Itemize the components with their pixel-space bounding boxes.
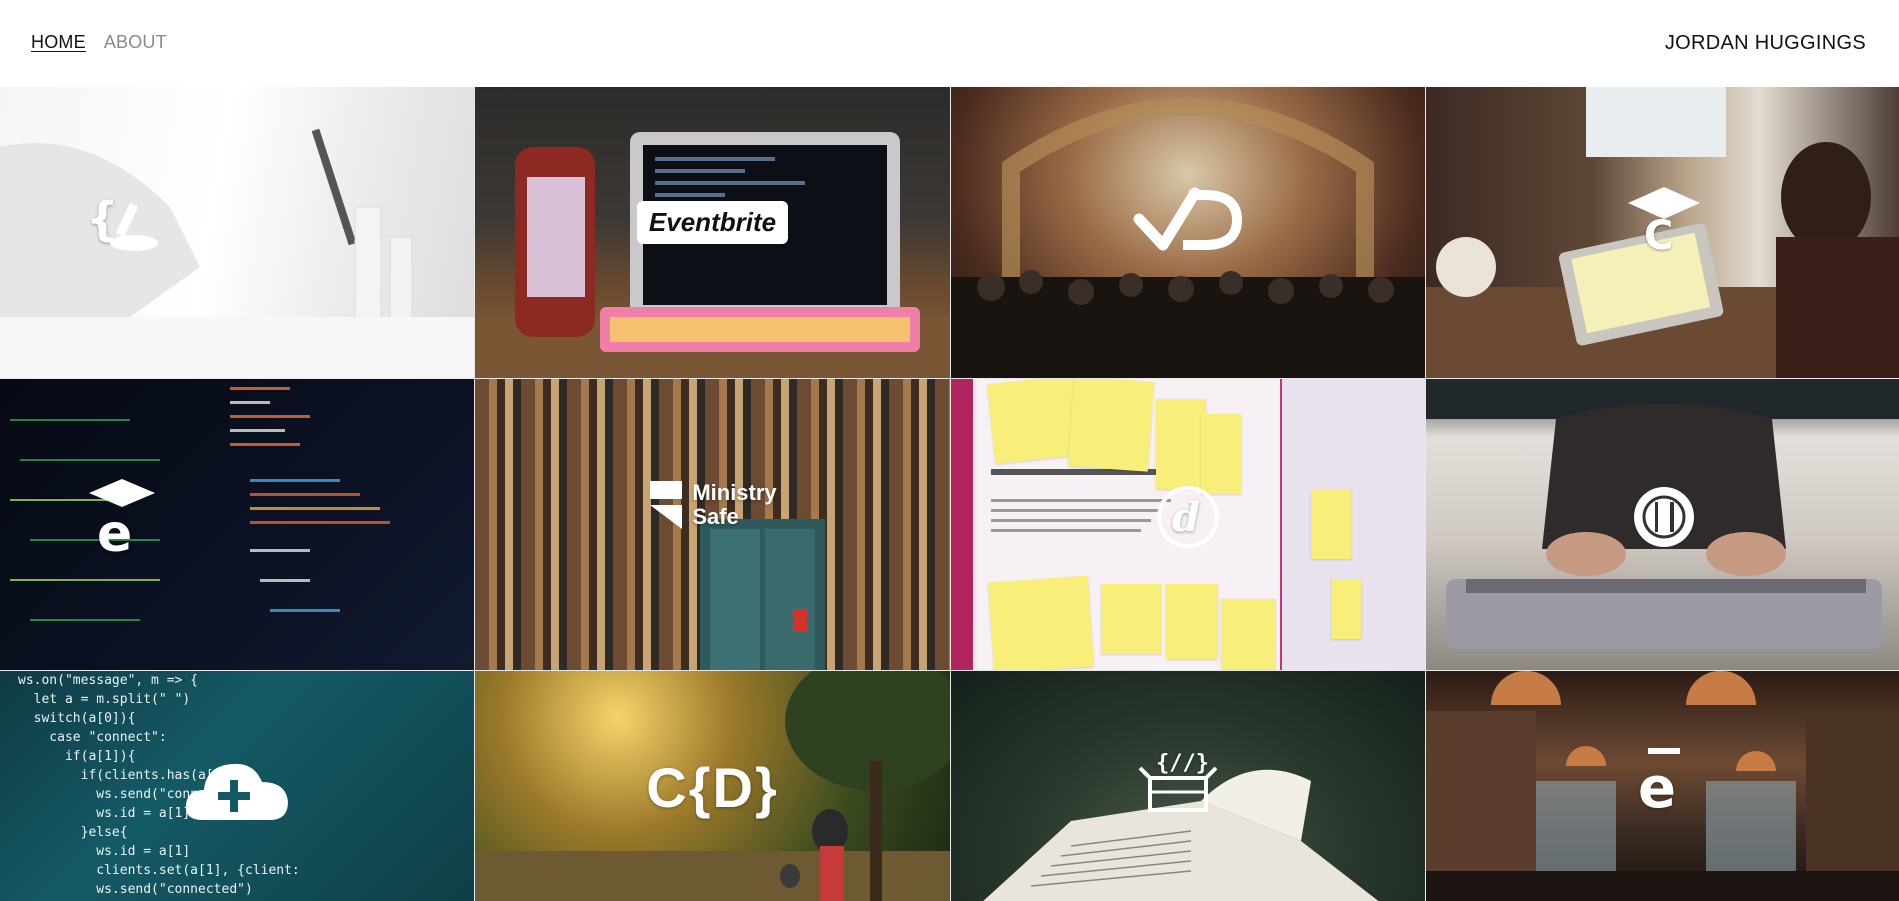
svg-text:{: { <box>86 192 119 246</box>
code-brackets-icon: { <box>82 185 162 260</box>
site-brand-name[interactable]: JORDAN HUGGINGS <box>1665 32 1866 55</box>
graduation-cap-c-icon: C <box>1624 183 1704 259</box>
sticky-note <box>1221 599 1276 669</box>
sticky-note <box>1311 489 1351 559</box>
ministry-safe-logo: Ministry Safe <box>648 479 777 531</box>
portfolio-tile-6[interactable]: Ministry Safe <box>475 379 950 670</box>
sticky-note <box>1101 584 1161 654</box>
tile-background-image <box>0 379 474 670</box>
sticky-note <box>987 575 1095 670</box>
sticky-note <box>1067 379 1155 472</box>
nav-about-link[interactable]: ABOUT <box>104 32 167 53</box>
nav-home-link[interactable]: HOME <box>31 32 86 53</box>
portfolio-tile-10[interactable]: C{D} <box>475 671 950 901</box>
ministry-safe-shield-icon <box>650 480 683 529</box>
sticky-note <box>1166 584 1218 659</box>
sticky-note <box>1156 399 1206 489</box>
cloud-plus-icon <box>182 756 292 831</box>
portfolio-tile-12[interactable]: e <box>1426 671 1899 901</box>
svg-text:d: d <box>1172 494 1200 541</box>
portfolio-tile-9[interactable]: ws.on("message", m => { let a = m.split(… <box>0 671 474 901</box>
code-d-logo: C{D} <box>646 755 778 820</box>
portfolio-tile-2[interactable]: Eventbrite <box>475 87 950 378</box>
checkmark-d-logo-icon <box>1133 185 1243 260</box>
e-logo-icon: e <box>1634 745 1694 821</box>
portfolio-tile-3[interactable] <box>951 87 1425 378</box>
svg-text:e: e <box>97 504 132 555</box>
site-header: HOME ABOUT JORDAN HUGGINGS <box>0 0 1899 87</box>
portfolio-tile-8[interactable] <box>1426 379 1899 670</box>
fork-knife-circle-icon <box>1631 484 1697 555</box>
box-code-icon: {//} <box>1138 744 1218 819</box>
portfolio-tile-1[interactable]: { <box>0 87 474 378</box>
svg-text:{//}: {//} <box>1156 751 1209 776</box>
svg-text:e: e <box>1638 756 1676 815</box>
portfolio-tile-4[interactable]: C <box>1426 87 1899 378</box>
portfolio-tile-7[interactable]: d <box>951 379 1425 670</box>
ministry-safe-text: Ministry Safe <box>692 479 777 529</box>
portfolio-tile-11[interactable]: {//} <box>951 671 1425 901</box>
portfolio-tile-5[interactable]: e <box>0 379 474 670</box>
tile-background-image <box>0 87 474 378</box>
eventbrite-logo: Eventbrite <box>636 201 789 244</box>
portfolio-grid: { Eventbrite C e Ministry Safe d ws.on("… <box>0 87 1899 901</box>
eventbrite-logo-text: Eventbrite <box>636 201 789 244</box>
main-nav: HOME ABOUT <box>31 32 167 53</box>
sticky-note <box>1201 414 1241 494</box>
d-circle-logo-icon: d <box>1155 484 1221 555</box>
code-d-logo-text: C{D} <box>646 755 779 819</box>
sticky-note <box>1331 579 1361 639</box>
svg-text:C: C <box>1644 213 1673 253</box>
graduation-cap-e-icon: e <box>87 475 157 564</box>
